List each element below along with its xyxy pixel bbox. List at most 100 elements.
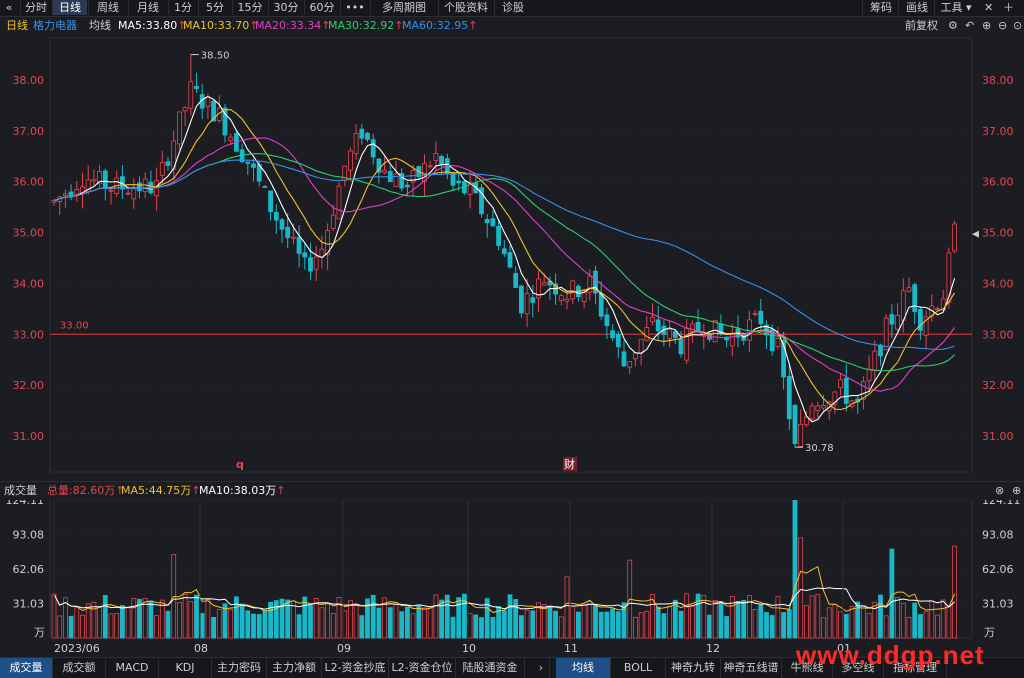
volume-bar [598,611,604,639]
add-panel-icon[interactable]: ⊕ [1012,482,1021,500]
candle-body [889,314,895,325]
ma20-line [53,137,956,392]
indicator-tab-1[interactable]: 成交额 [53,658,106,678]
volume-bar [245,610,251,639]
volume-bar [205,599,211,639]
indicator-tab-5[interactable]: 主力净额 [267,658,322,678]
volume-bar [576,611,581,639]
candle-body [296,236,302,254]
volume-bar [530,610,536,639]
volume-bar [798,537,804,639]
volume-bar [923,611,929,639]
volume-bar [593,604,598,639]
overlay-tab-3[interactable]: 神奇五线谱 [721,658,782,678]
date-axis-label: 08 [194,642,208,655]
volume-info-bar: 成交量 总量:82.60万↑ MA5:44.75万↑ MA10:38.03万↑ … [0,481,1024,500]
volume-axis-label-left: 62.06 [13,563,45,576]
volume-bar [256,614,262,639]
volume-bar [912,602,918,639]
candle-body [895,315,900,330]
volume-bar [325,603,331,639]
volume-bar [541,604,547,639]
volume-bar [80,614,85,639]
volume-bar [883,615,889,639]
candle-body [359,128,365,139]
volume-bar [319,607,325,639]
price-axis-label-right: 33.00 [982,328,1014,341]
candle-body [285,226,291,239]
candle-body [621,351,627,367]
low-price-label: 30.78 [805,443,834,454]
candle-body [330,214,336,229]
volume-bar [946,605,952,639]
candle-body [501,248,507,255]
volume-bar [376,607,382,639]
indicator-tab-3[interactable]: KDJ [159,658,212,678]
overlay-tab-2[interactable]: 神奇九转 [666,658,721,678]
volume-bar [940,599,946,639]
volume-bar [148,600,154,639]
stock-chart[interactable]: 38.00 38.00 37.00 37.00 36.00 36.00 35.00 35.00… [0,0,1024,657]
candle-body [370,139,376,158]
price-axis-label-right: 31.00 [982,430,1014,443]
candle-body [690,323,695,333]
volume-bar [387,607,393,639]
price-axis-label-left: 36.00 [13,176,45,189]
volume-bar [427,606,433,639]
reference-line-label: 33.00 [60,320,89,331]
candle-body [695,321,701,332]
candle-body [251,163,256,168]
candle-body [872,350,878,371]
indicator-tab-6[interactable]: L2-资金抄底 [322,658,389,678]
volume-bar [918,614,923,639]
candle-body [228,136,234,141]
volume-bar [524,609,530,639]
indicator-tab-0[interactable]: 成交量 [0,658,53,678]
candle-body [627,361,633,368]
candle-body [633,352,638,360]
overlay-tab-0[interactable]: 均线 [556,658,611,678]
volume-bar [313,598,319,639]
volume-bar [188,601,194,639]
candle-body [610,330,615,339]
candle-body [530,297,536,303]
next-arrow-icon[interactable]: › [533,658,550,678]
candle-body [900,290,906,321]
overlay-tab-1[interactable]: BOLL [611,658,666,678]
candle-body [752,313,758,315]
indicator-tab-2[interactable]: MACD [106,658,159,678]
volume-bar [108,613,114,639]
indicator-tab-4[interactable]: 主力密码 [212,658,267,678]
indicator-tab-8[interactable]: 陆股通资金 [456,658,525,678]
volume-bar [570,605,576,639]
price-axis-label-left: 33.00 [13,328,45,341]
volume-axis-label-right: 31.03 [982,597,1014,610]
volume-bar [199,613,205,639]
candle-body [496,225,502,246]
volume-bar [564,576,570,639]
volume-bar [655,606,661,639]
price-axis-label-left: 37.00 [13,125,45,138]
candle-body [308,257,313,272]
volume-bar [838,611,843,639]
price-axis-label-right: 35.00 [982,227,1014,240]
volume-bar [233,596,239,639]
close-panel-icon[interactable]: ⊗ [995,482,1004,500]
volume-bar [821,617,826,639]
volume-bar [610,608,615,639]
candle-body [935,308,940,310]
candle-body [365,132,370,140]
candle-body [558,295,564,301]
candle-body [650,316,655,323]
volume-bar [661,613,667,639]
candle-body [273,211,279,221]
indicator-tab-7[interactable]: L2-资金仓位 [389,658,456,678]
volume-ma5: MA5:44.75万↑ [121,484,201,497]
candle-body [838,379,843,389]
price-axis-label-right: 32.00 [982,379,1014,392]
volume-bar [422,607,427,639]
volume-bar [74,607,80,639]
volume-title: 成交量 [4,484,37,497]
volume-bar [832,604,838,639]
candle-body [906,287,912,292]
